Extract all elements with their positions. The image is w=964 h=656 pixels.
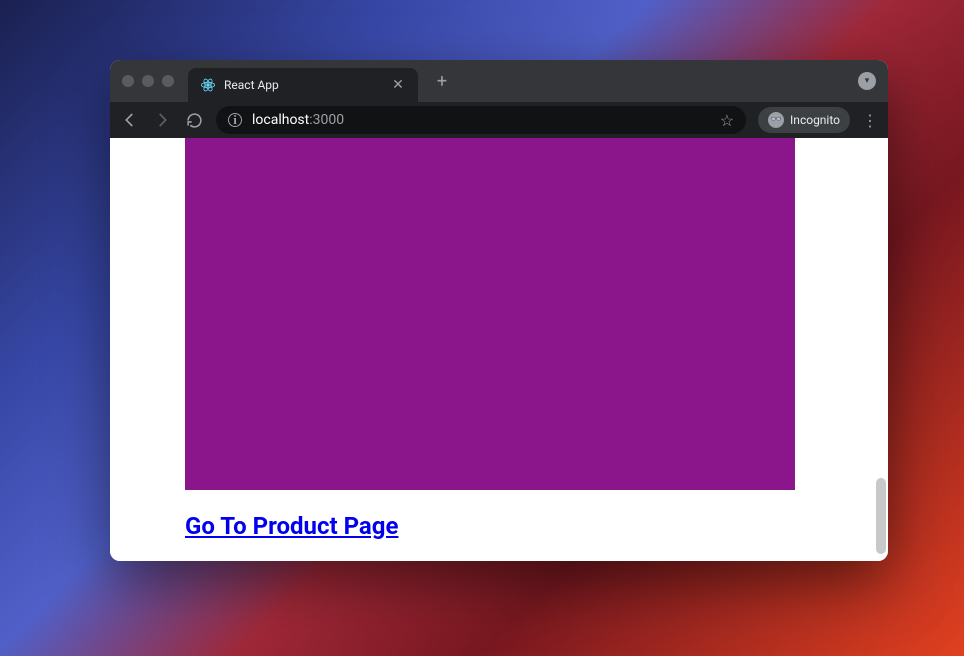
- product-page-link[interactable]: Go To Product Page: [185, 512, 398, 540]
- incognito-badge[interactable]: 👓 Incognito: [758, 107, 850, 133]
- menu-button[interactable]: ⋮: [862, 111, 878, 130]
- reload-button[interactable]: [184, 110, 204, 130]
- minimize-window-button[interactable]: [142, 75, 154, 87]
- address-bar[interactable]: i localhost:3000 ☆: [216, 106, 746, 134]
- back-button[interactable]: [120, 110, 140, 130]
- titlebar: React App ✕ + ▾: [110, 60, 888, 102]
- react-icon: [200, 77, 216, 93]
- close-window-button[interactable]: [122, 75, 134, 87]
- browser-toolbar: i localhost:3000 ☆ 👓 Incognito ⋮: [110, 102, 888, 138]
- scrollbar-thumb[interactable]: [876, 478, 886, 554]
- window-controls: [122, 75, 174, 87]
- new-tab-button[interactable]: +: [430, 71, 454, 92]
- forward-button[interactable]: [152, 110, 172, 130]
- account-icon[interactable]: ▾: [858, 72, 876, 90]
- maximize-window-button[interactable]: [162, 75, 174, 87]
- tab-title: React App: [224, 78, 382, 92]
- page-content: Go To Product Page: [110, 138, 888, 561]
- hero-box: [185, 138, 795, 490]
- site-info-icon[interactable]: i: [228, 113, 242, 127]
- close-tab-icon[interactable]: ✕: [390, 77, 406, 93]
- incognito-icon: 👓: [768, 112, 784, 128]
- incognito-label: Incognito: [790, 113, 840, 127]
- browser-window: React App ✕ + ▾ i localhost:3000 ☆ 👓 Inc…: [110, 60, 888, 561]
- url-text: localhost:3000: [252, 112, 710, 128]
- bookmark-icon[interactable]: ☆: [720, 111, 734, 130]
- browser-tab[interactable]: React App ✕: [188, 68, 418, 102]
